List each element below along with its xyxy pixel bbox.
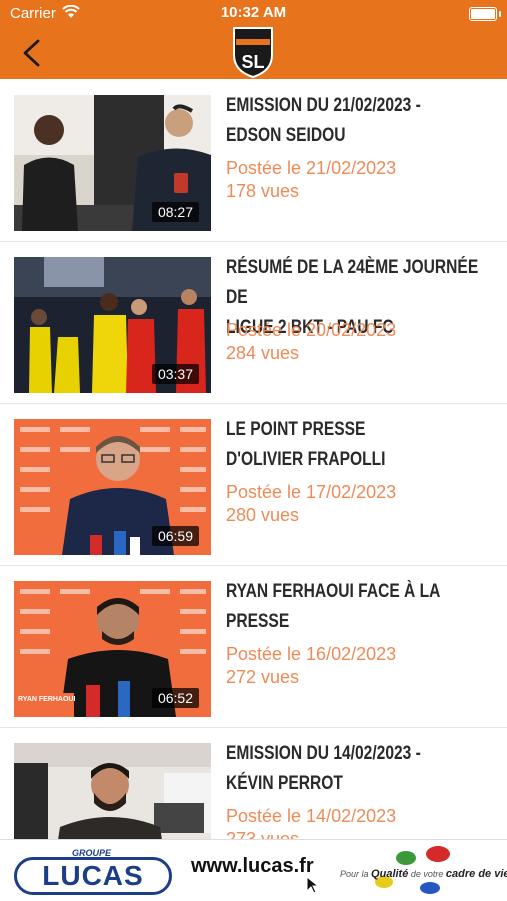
video-views: 272 vues — [226, 667, 300, 687]
video-item[interactable]: RYAN FERHAOUI 06:52 RYAN FERHAOUI FACE À… — [0, 565, 507, 728]
video-thumbnail[interactable]: RYAN FERHAOUI 06:52 — [14, 581, 211, 717]
video-date: Postée le 14/02/2023 — [226, 806, 397, 826]
lucas-url-link[interactable]: www.lucas.fr — [191, 855, 314, 878]
status-bar: Carrier 10:32 AM — [0, 0, 507, 28]
video-thumbnail[interactable]: 08:27 — [14, 95, 211, 231]
lucas-logo: GROUPE LUCAS — [14, 845, 172, 897]
video-date: Postée le 16/02/2023 — [226, 644, 397, 664]
banner-tagline: Pour la Qualité de votre cadre de vie — [340, 868, 507, 880]
video-item[interactable]: EMISSION DU 14/02/2023 - KÉVIN PERROT Po… — [0, 727, 507, 839]
video-item[interactable]: 06:59 LE POINT PRESSE D'OLIVIER FRAPOLLI… — [0, 403, 507, 566]
video-date: Postée le 20/02/2023 — [226, 320, 397, 340]
duration-badge: 06:59 — [151, 526, 199, 546]
video-title[interactable]: EMISSION DU 21/02/2023 - EDSON SEIDOU — [226, 91, 497, 151]
battery-icon — [469, 7, 501, 21]
video-thumbnail[interactable]: 06:59 — [14, 419, 211, 555]
video-title[interactable]: LE POINT PRESSE D'OLIVIER FRAPOLLI — [226, 415, 497, 475]
video-date: Postée le 17/02/2023 — [226, 482, 397, 502]
duration-badge: 08:27 — [151, 202, 199, 222]
clock: 10:32 AM — [220, 4, 287, 21]
video-views: 178 vues — [226, 181, 300, 201]
svg-text:SL: SL — [241, 52, 264, 72]
video-thumbnail[interactable]: 03:37 — [14, 257, 211, 393]
lucas-brand-label: LUCAS — [14, 857, 172, 895]
thumbnail-caption: RYAN FERHAOUI — [18, 696, 76, 703]
video-views: 284 vues — [226, 343, 300, 363]
nav-header: Carrier 10:32 AM SL — [0, 0, 507, 79]
thumbnail-image — [14, 743, 211, 839]
video-item[interactable]: 08:27 EMISSION DU 21/02/2023 - EDSON SEI… — [0, 79, 507, 242]
video-date: Postée le 21/02/2023 — [226, 158, 397, 178]
video-views: 273 vues — [226, 829, 300, 839]
duration-badge: 06:52 — [151, 688, 199, 708]
video-views: 280 vues — [226, 505, 300, 525]
club-logo: SL — [233, 27, 273, 79]
video-thumbnail[interactable] — [14, 743, 211, 839]
video-title[interactable]: RYAN FERHAOUI FACE À LA PRESSE — [226, 577, 497, 637]
ad-banner[interactable]: GROUPE LUCAS www.lucas.fr Pour la Qualit… — [0, 839, 507, 901]
video-list[interactable]: 08:27 EMISSION DU 21/02/2023 - EDSON SEI… — [0, 79, 507, 839]
cursor-icon — [306, 876, 320, 894]
video-item[interactable]: 03:37 RÉSUMÉ DE LA 24ÈME JOURNÉE DE LIGU… — [0, 241, 507, 404]
back-arrow-icon[interactable] — [16, 36, 50, 70]
duration-badge: 03:37 — [151, 364, 199, 384]
video-title[interactable]: EMISSION DU 14/02/2023 - KÉVIN PERROT — [226, 739, 497, 799]
